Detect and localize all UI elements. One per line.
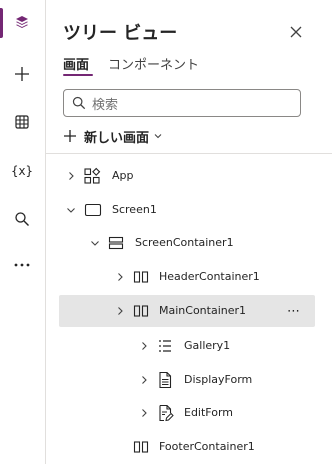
plus-icon: [15, 67, 29, 81]
tree-item-footercontainer1[interactable]: FooterContainer1: [46, 431, 332, 463]
chevron-right-icon[interactable]: [138, 374, 150, 386]
layers-icon: [16, 16, 28, 28]
horizontal-container-icon: [133, 441, 149, 453]
chevron-right-icon[interactable]: [138, 407, 150, 419]
variables-rail-button[interactable]: {x}: [0, 153, 44, 189]
form-icon: [159, 371, 172, 389]
tree-item-label: FooterContainer1: [159, 440, 255, 453]
data-rail-button[interactable]: [0, 104, 44, 140]
chevron-down-icon[interactable]: [65, 204, 77, 216]
search-placeholder: 検索: [92, 97, 119, 113]
active-tab-indicator: [63, 74, 93, 76]
edit-form-icon: [159, 404, 174, 422]
chevron-right-icon[interactable]: [114, 271, 126, 283]
tree-item-label: HeaderContainer1: [159, 270, 260, 283]
chevron-right-icon[interactable]: [138, 340, 150, 352]
tree-item-editform[interactable]: EditForm: [46, 397, 332, 429]
tree-item-gallery1[interactable]: Gallery1: [46, 330, 332, 362]
chevron-down-icon[interactable]: [89, 237, 101, 249]
chevron-down-icon: [154, 134, 162, 139]
new-screen-label: 新しい画面: [84, 130, 150, 146]
tab-screens[interactable]: 画面: [63, 54, 89, 73]
more-icon: [14, 263, 30, 267]
tab-components[interactable]: コンポーネント: [108, 54, 199, 73]
search-icon: [72, 96, 86, 110]
tree-item-label: Gallery1: [184, 339, 231, 352]
search-icon: [15, 212, 29, 226]
table-icon: [15, 115, 29, 129]
tree-view-rail-button[interactable]: [0, 4, 44, 40]
tree-item-screencontainer1[interactable]: ScreenContainer1: [46, 227, 332, 259]
close-button[interactable]: [286, 22, 306, 42]
tree-item-label: MainContainer1: [159, 304, 247, 317]
horizontal-container-icon: [133, 305, 149, 317]
tree-item-label: EditForm: [184, 406, 234, 419]
plus-icon: [64, 130, 76, 142]
close-icon: [290, 26, 302, 38]
screen-icon: [84, 203, 102, 217]
tree-item-app[interactable]: App: [46, 160, 332, 192]
tree-item-label: ScreenContainer1: [135, 236, 234, 249]
horizontal-container-icon: [133, 271, 149, 283]
variables-icon: {x}: [11, 164, 33, 178]
search-rail-button[interactable]: [0, 201, 44, 237]
new-screen-button[interactable]: 新しい画面: [63, 125, 163, 147]
tree-item-screen1[interactable]: Screen1: [46, 194, 332, 226]
vertical-container-icon: [108, 236, 124, 250]
tree-item-label: App: [112, 169, 134, 182]
search-input[interactable]: 検索: [63, 89, 301, 117]
tree-item-displayform[interactable]: DisplayForm: [46, 364, 332, 396]
more-rail-button[interactable]: [0, 247, 44, 283]
more-options-button[interactable]: ⋯: [287, 304, 301, 319]
left-rail: {x}: [0, 0, 46, 464]
tree-item-label: Screen1: [112, 203, 157, 216]
divider: [46, 153, 332, 154]
tree-item-maincontainer1[interactable]: MainContainer1 ⋯: [59, 295, 315, 327]
panel-title: ツリー ビュー: [63, 23, 178, 44]
chevron-right-icon[interactable]: [65, 170, 77, 182]
tree-item-label: DisplayForm: [184, 373, 253, 386]
insert-rail-button[interactable]: [0, 56, 44, 92]
tree-item-headercontainer1[interactable]: HeaderContainer1: [46, 261, 332, 293]
tree-view-panel: ツリー ビュー 画面 コンポーネント 検索 新しい画面 App Screen1 …: [46, 0, 332, 464]
app-icon: [84, 167, 101, 184]
gallery-icon: [159, 340, 171, 352]
chevron-right-icon[interactable]: [114, 305, 126, 317]
